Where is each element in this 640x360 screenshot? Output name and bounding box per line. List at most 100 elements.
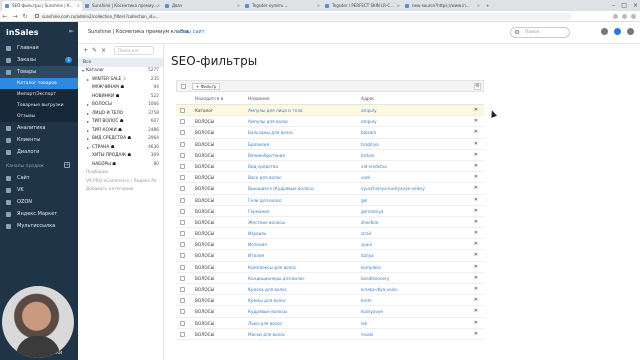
row-checkbox[interactable]: [180, 264, 185, 270]
row-name-link[interactable]: Вид средства: [248, 161, 278, 172]
user-avatar-icon[interactable]: [627, 28, 634, 35]
row-checkbox[interactable]: [180, 141, 185, 147]
your-site-link[interactable]: Ваш сайт: [180, 29, 205, 35]
row-checkbox[interactable]: [180, 331, 185, 337]
table-row[interactable]: ВОЛОСЫ Лаки для волос lak ✕: [176, 318, 484, 329]
row-name-link[interactable]: Ампулы для волос: [248, 116, 289, 127]
delete-row-icon[interactable]: ✕: [474, 318, 478, 329]
row-checkbox[interactable]: [180, 309, 185, 315]
category-item[interactable]: НАБОРЫ ☗ 80: [78, 161, 163, 170]
table-row[interactable]: Каталог Ампулы для лица и тела ampuly ✕: [176, 105, 484, 117]
delete-row-icon[interactable]: ✕: [474, 295, 478, 306]
row-address-link[interactable]: kudryavye: [361, 306, 383, 317]
close-window-icon[interactable]: ×: [633, 0, 638, 11]
row-address-link[interactable]: italiya: [361, 250, 374, 261]
sidebar-channel-yandex-market[interactable]: Яндекс.Маркет: [0, 208, 78, 220]
column-header-name[interactable]: Название: [248, 94, 270, 105]
row-address-link[interactable]: kraska-dlya-volos: [361, 284, 398, 295]
delete-row-icon[interactable]: ✕: [474, 150, 478, 161]
table-row[interactable]: ВОЛОСЫ Германия germaniya ✕: [176, 206, 484, 217]
category-item[interactable]: НОВИНКИ ☗ 522: [78, 93, 163, 102]
row-name-link[interactable]: Гели для волос: [248, 195, 282, 206]
row-address-link[interactable]: izrail: [361, 228, 371, 239]
close-icon[interactable]: ×: [477, 1, 480, 11]
reload-icon[interactable]: ↻: [20, 13, 30, 20]
row-address-link[interactable]: ampuly: [361, 105, 377, 116]
browser-tab[interactable]: Tegsder / PERFECT SKIN LR-C... ×: [322, 1, 402, 11]
category-item[interactable]: VK.PRO eCommerce / Яндекс.Ро: [78, 178, 163, 187]
expand-arrow-icon[interactable]: ▸: [87, 127, 89, 136]
sidebar-item-clients[interactable]: Клиенты: [0, 134, 78, 146]
sidebar-subitem-reviews[interactable]: Отзывы: [0, 111, 78, 122]
browser-tab[interactable]: Sunshine | Косметика премиу... ×: [82, 1, 162, 11]
row-checkbox[interactable]: [180, 130, 185, 136]
row-name-link[interactable]: Великобритания: [248, 150, 285, 161]
category-item[interactable]: ▾ Каталог 5277: [78, 67, 163, 76]
add-channel-icon[interactable]: +: [64, 162, 70, 168]
table-row[interactable]: ВОЛОСЫ Кудрявые волосы kudryavye ✕: [176, 306, 484, 318]
row-checkbox[interactable]: [180, 275, 185, 281]
row-address-link[interactable]: britain: [361, 150, 375, 161]
row-name-link[interactable]: Жесткие волосы: [248, 217, 285, 228]
close-icon[interactable]: ×: [317, 1, 320, 11]
sidebar-item-dialogs[interactable]: Диалоги: [0, 146, 78, 158]
row-address-link[interactable]: vosk: [361, 172, 371, 183]
row-address-link[interactable]: konditsionery: [361, 273, 389, 284]
delete-row-icon[interactable]: ✕: [474, 105, 478, 116]
url-field[interactable]: sunshine.com.ru/admin2/collection_filter…: [32, 12, 572, 20]
row-address-link[interactable]: zhestkie: [361, 217, 378, 228]
delete-row-icon[interactable]: ✕: [474, 250, 478, 261]
row-name-link[interactable]: Германия: [248, 206, 270, 217]
row-checkbox[interactable]: [180, 242, 185, 248]
app-logo[interactable]: inSales ⇤: [0, 22, 78, 42]
sidebar-subitem-import-export[interactable]: Импорт/Экспорт: [0, 89, 78, 100]
delete-row-icon[interactable]: ✕: [474, 172, 478, 183]
delete-row-icon[interactable]: ✕: [474, 217, 478, 228]
sidebar-channel-ozon[interactable]: OZON: [0, 196, 78, 208]
row-name-link[interactable]: Кондиционеры для волос: [248, 273, 305, 284]
row-name-link[interactable]: Кудрявые волосы: [248, 306, 287, 317]
forward-icon[interactable]: →: [10, 13, 20, 20]
column-header-address[interactable]: Адрес: [361, 94, 375, 105]
expand-arrow-icon[interactable]: ▸: [87, 135, 89, 144]
row-address-link[interactable]: spain: [361, 239, 372, 250]
table-row[interactable]: ВОЛОСЫ Комплексы для волос kompleks ✕: [176, 262, 484, 273]
row-checkbox[interactable]: [180, 287, 185, 292]
table-row[interactable]: ВОЛОСЫ Италия italiya ✕: [176, 250, 484, 262]
category-item[interactable]: МУЖЧИНАМ ☗ 94: [78, 84, 163, 93]
expand-arrow-icon[interactable]: ▾: [82, 67, 84, 76]
row-name-link[interactable]: Бразилия: [248, 139, 269, 150]
edit-category-icon[interactable]: ✎: [92, 47, 97, 54]
column-header-location[interactable]: Находится в: [195, 94, 223, 105]
table-row[interactable]: ВОЛОСЫ Маски для волос maski ✕: [176, 329, 484, 340]
close-icon[interactable]: ×: [237, 1, 240, 11]
help-icon[interactable]: [601, 28, 608, 35]
sidebar-channel-multilink[interactable]: Мультиссылка: [0, 220, 78, 232]
row-name-link[interactable]: Комплексы для волос: [248, 262, 296, 273]
global-search-input[interactable]: Поиск: [510, 27, 570, 38]
table-row[interactable]: ВОЛОСЫ Воск для волос vosk ✕: [176, 172, 484, 184]
category-item[interactable]: ▸ ВИД СРЕДСТВА ☗ 2964: [78, 135, 163, 144]
delete-row-icon[interactable]: ✕: [474, 183, 478, 194]
row-name-link[interactable]: Кремы для волос: [248, 295, 286, 306]
delete-row-icon[interactable]: ✕: [474, 139, 478, 150]
table-row[interactable]: ВОЛОСЫ Гели для волос gel ✕: [176, 195, 484, 206]
table-row[interactable]: ВОЛОСЫ Ампулы для волос ampuly ✕: [176, 116, 484, 128]
row-checkbox[interactable]: [180, 186, 185, 192]
row-name-link[interactable]: Италия: [248, 250, 264, 261]
notifications-icon[interactable]: [614, 28, 621, 35]
row-name-link[interactable]: Израиль: [248, 228, 266, 239]
category-all[interactable]: Все: [78, 58, 163, 67]
row-name-link[interactable]: Воск для волос: [248, 172, 282, 183]
expand-arrow-icon[interactable]: ▸: [87, 76, 89, 85]
row-checkbox[interactable]: [180, 152, 185, 158]
row-address-link[interactable]: vid-sredstva: [361, 161, 387, 172]
row-address-link[interactable]: kompleks: [361, 262, 381, 273]
row-address-link[interactable]: ampuly: [361, 116, 377, 127]
category-item[interactable]: ▸ ТИП ВОЛОС ☗ 607: [78, 118, 163, 127]
row-name-link[interactable]: Испания: [248, 239, 267, 250]
row-checkbox[interactable]: [180, 253, 185, 259]
table-row[interactable]: ВОЛОСЫ Кондиционеры для волос konditsioner…: [176, 273, 484, 284]
collapse-sidebar-icon[interactable]: ⇤: [69, 28, 74, 35]
browser-tab[interactable]: SEO-фильтры | Sunshine | К... ×: [2, 1, 82, 11]
